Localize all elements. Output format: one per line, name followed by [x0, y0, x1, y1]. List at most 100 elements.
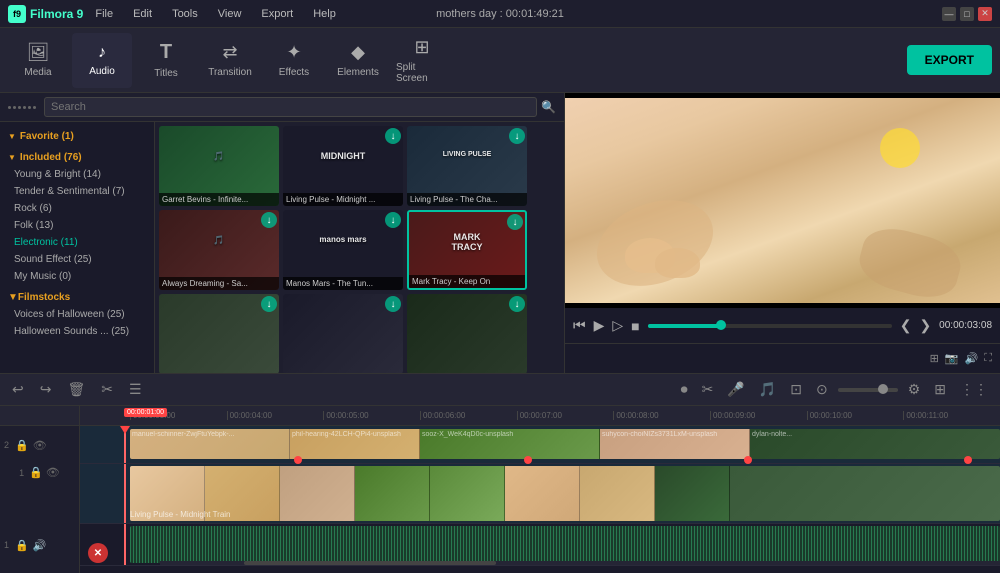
timeline-camera-button[interactable]: ⊡ — [786, 379, 806, 400]
tool-effects[interactable]: ✦ Effects — [264, 33, 324, 88]
download-icon-1[interactable]: ↓ — [385, 128, 401, 144]
scroll-track — [160, 561, 1000, 565]
volume-button[interactable]: 🔊 — [965, 352, 979, 365]
scroll-thumb[interactable] — [244, 561, 496, 565]
timeline-settings-gear[interactable]: ⚙ — [904, 379, 925, 400]
play-alt-button[interactable]: ▷ — [612, 317, 623, 334]
maximize-button[interactable]: □ — [960, 7, 974, 21]
ruler-mark-6: 00:00:08:00 — [613, 411, 710, 420]
download-icon-3[interactable]: ↓ — [261, 212, 277, 228]
tool-split-screen[interactable]: ⊞ Split Screen — [392, 33, 452, 88]
waveform[interactable] — [130, 526, 1000, 563]
sidebar-item-rock[interactable]: Rock (6) — [0, 200, 154, 217]
sidebar-item-voices-halloween[interactable]: Voices of Halloween (25) — [0, 306, 154, 323]
media-thumb-mark[interactable]: MARKTRACY ↓ Mark Tracy - Keep On — [407, 210, 527, 290]
track-1-lock-button[interactable]: 🔒 — [29, 466, 43, 479]
delete-marker[interactable]: ✕ — [88, 543, 108, 563]
video-track-2-clips[interactable]: manuel-schinner-ZwjFtuYebpk-... phil-hea… — [130, 429, 1000, 459]
clip-segment-2[interactable]: phil-hearing-42LCH-QPi4-unsplash — [290, 429, 420, 459]
search-icon[interactable]: 🔍 — [541, 100, 556, 114]
menu-export[interactable]: Export — [257, 6, 297, 22]
pip-button[interactable]: ⊞ — [930, 352, 939, 365]
download-icon-7[interactable]: ↓ — [385, 296, 401, 312]
tool-titles[interactable]: T Titles — [136, 33, 196, 88]
media-thumb-row3b[interactable]: ↓ — [283, 294, 403, 373]
timeline-grid-button[interactable]: ⊞ — [930, 379, 950, 400]
clip-segment-1[interactable]: manuel-schinner-ZwjFtuYebpk-... — [130, 429, 290, 459]
sidebar-item-electronic[interactable]: Electronic (11) — [0, 234, 154, 251]
media-thumb-garret[interactable]: 🎵 Garret Bevins - Infinite... — [159, 126, 279, 206]
track-2-visibility-button[interactable]: 👁 — [33, 439, 47, 452]
project-title: mothers day : 00:01:49:21 — [436, 8, 564, 20]
download-icon-5[interactable]: ↓ — [507, 214, 523, 230]
tool-audio[interactable]: ♪ Audio — [72, 33, 132, 88]
sidebar-item-sound-effect[interactable]: Sound Effect (25) — [0, 251, 154, 268]
redo-button[interactable]: ↪ — [36, 379, 56, 400]
clip-segment-5[interactable]: dylan-nolte... — [750, 429, 1000, 459]
close-button[interactable]: ✕ — [978, 7, 992, 21]
screenshot-button[interactable]: 📷 — [945, 352, 959, 365]
menu-edit[interactable]: Edit — [129, 6, 156, 22]
clip-4-label: suhycon-choiNIZs3731LxM-unsplash — [602, 431, 717, 438]
timeline-more-button[interactable]: ⋮⋮ — [956, 379, 992, 400]
timeline-audio-button[interactable]: 🎵 — [755, 379, 780, 400]
prev-frame-button[interactable]: ❮ — [900, 317, 912, 334]
speed-slider[interactable] — [838, 388, 898, 392]
stop-button[interactable]: ■ — [631, 318, 639, 334]
media-thumb-row3c[interactable]: ↓ — [407, 294, 527, 373]
sidebar-item-tender[interactable]: Tender & Sentimental (7) — [0, 183, 154, 200]
play-button[interactable]: ▶ — [594, 317, 605, 334]
progress-bar[interactable] — [648, 324, 892, 328]
cut-button[interactable]: ✂ — [97, 379, 117, 400]
timeline-settings-button[interactable]: ⊙ — [812, 379, 832, 400]
sidebar-filmstocks-header[interactable]: ▼ Filmstocks — [0, 289, 154, 306]
list-button[interactable]: ☰ — [125, 379, 146, 400]
download-icon-2[interactable]: ↓ — [509, 128, 525, 144]
skip-back-button[interactable]: ⏮ — [573, 317, 586, 334]
sidebar-item-folk[interactable]: Folk (13) — [0, 217, 154, 234]
media-thumb-living2[interactable]: LIVING PULSE ↓ Living Pulse - The Cha... — [407, 126, 527, 206]
sidebar-item-halloween-sounds[interactable]: Halloween Sounds ... (25) — [0, 323, 154, 340]
thumbnail-strip[interactable] — [130, 466, 1000, 521]
media-thumb-row3a[interactable]: ↓ — [159, 294, 279, 373]
menu-tools[interactable]: Tools — [168, 6, 202, 22]
track-area: 2 🔒 👁 1 🔒 👁 1 🔒 🔊 0 — [0, 406, 1000, 573]
sidebar-item-young-bright[interactable]: Young & Bright (14) — [0, 166, 154, 183]
clip-segment-3[interactable]: sooz-X_WeK4qD0c-unsplash — [420, 429, 600, 459]
timeline-record-button[interactable]: ⏺ — [677, 379, 692, 400]
clip-segment-4[interactable]: suhycon-choiNIZs3731LxM-unsplash — [600, 429, 750, 459]
media-thumb-always[interactable]: 🎵 ↓ Always Dreaming - Sa... — [159, 210, 279, 290]
audio-track-number: 1 — [4, 540, 9, 550]
thumb-label-garret: Garret Bevins - Infinite... — [159, 193, 279, 206]
title-bar: f9 Filmora 9 File Edit Tools View Export… — [0, 0, 1000, 28]
track-2-lock-button[interactable]: 🔒 — [15, 439, 29, 452]
search-input[interactable] — [44, 97, 537, 117]
undo-button[interactable]: ↩ — [8, 379, 28, 400]
media-thumb-living1[interactable]: MIDNIGHT ↓ Living Pulse - Midnight ... — [283, 126, 403, 206]
thumb-label-living2: Living Pulse - The Cha... — [407, 193, 527, 206]
sidebar-item-my-music[interactable]: My Music (0) — [0, 268, 154, 285]
menu-view[interactable]: View — [214, 6, 246, 22]
next-frame-button[interactable]: ❯ — [919, 317, 931, 334]
download-icon-6[interactable]: ↓ — [261, 296, 277, 312]
menu-file[interactable]: File — [91, 6, 117, 22]
audio-track-lock-button[interactable]: 🔒 — [15, 539, 29, 552]
clip-5-label: dylan-nolte... — [752, 431, 792, 438]
menu-help[interactable]: Help — [309, 6, 340, 22]
tool-elements[interactable]: ◆ Elements — [328, 33, 388, 88]
media-thumb-manos[interactable]: manos mars ↓ Manos Mars - The Tun... — [283, 210, 403, 290]
timeline-mic-button[interactable]: 🎤 — [723, 379, 748, 400]
tool-transition[interactable]: ⇄ Transition — [200, 33, 260, 88]
download-icon-8[interactable]: ↓ — [509, 296, 525, 312]
export-button[interactable]: EXPORT — [907, 45, 992, 75]
minimize-button[interactable]: — — [942, 7, 956, 21]
tool-media[interactable]: 🖼 Media — [8, 33, 68, 88]
delete-button[interactable]: 🗑 — [63, 379, 89, 400]
audio-track-mute-button[interactable]: 🔊 — [33, 539, 47, 552]
download-icon-4[interactable]: ↓ — [385, 212, 401, 228]
track-1-visibility-button[interactable]: 👁 — [46, 466, 60, 479]
sidebar-favorite-header[interactable]: ▼ Favorite (1) — [0, 128, 154, 145]
sidebar-included-header[interactable]: ▼ Included (76) — [0, 149, 154, 166]
timeline-cut-icon[interactable]: ✂ — [698, 379, 718, 400]
fullscreen-button[interactable]: ⛶ — [984, 352, 992, 365]
